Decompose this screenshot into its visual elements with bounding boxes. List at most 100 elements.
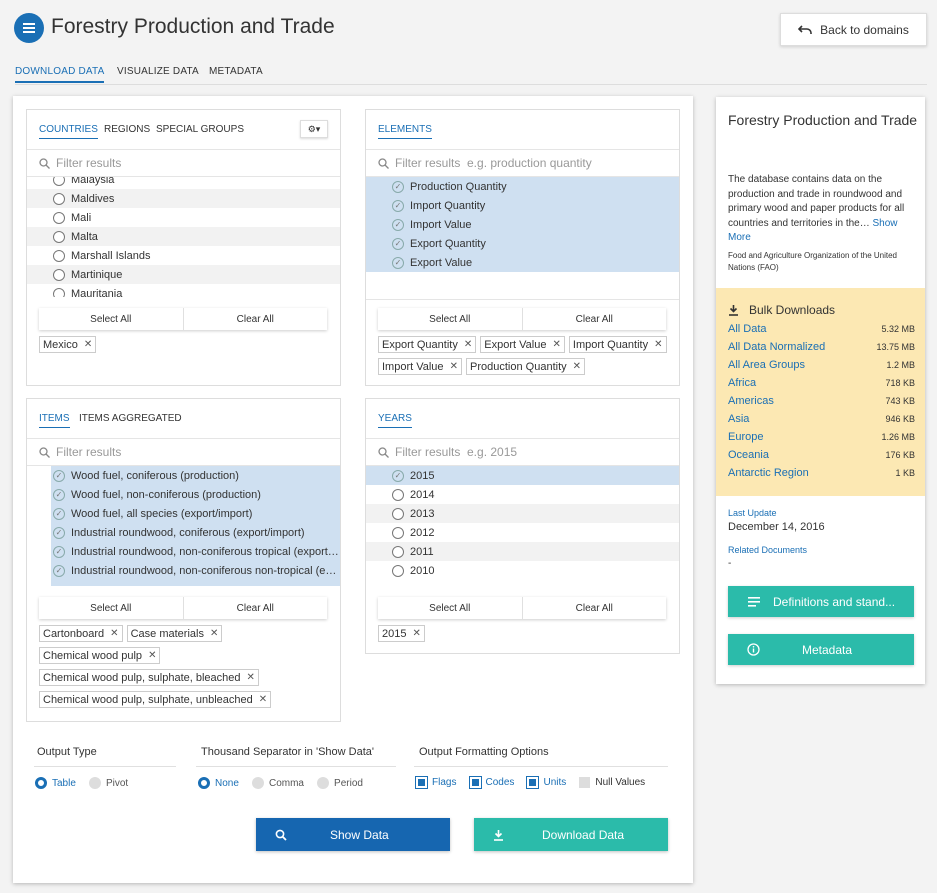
remove-icon[interactable]: ✕ (259, 694, 267, 705)
list-item[interactable]: 2010 (366, 561, 679, 580)
show-data-button[interactable]: Show Data (256, 818, 450, 851)
remove-icon[interactable]: ✕ (84, 339, 92, 350)
list-item[interactable]: 2011 (366, 542, 679, 561)
tab-elements[interactable]: ELEMENTS (378, 124, 432, 139)
tab-countries[interactable]: COUNTRIES (39, 124, 98, 139)
radio-button[interactable] (392, 507, 404, 520)
tab-items[interactable]: ITEMS (39, 413, 70, 428)
output-type-table[interactable]: Table (35, 777, 76, 789)
clear-all-button[interactable]: Clear All (521, 308, 667, 330)
radio-button[interactable] (392, 526, 404, 539)
radio-button[interactable] (392, 564, 404, 577)
list-item[interactable]: Malta (27, 227, 340, 246)
separator-comma[interactable]: Comma (251, 777, 304, 789)
bulk-link[interactable]: Asia (728, 413, 749, 425)
list-item[interactable]: ✓ Export Quantity (366, 234, 679, 253)
bulk-link[interactable]: Africa (728, 377, 756, 389)
remove-icon[interactable]: ✕ (110, 628, 118, 639)
bulk-row: All Data 5.32 MB (728, 320, 915, 338)
selected-chip: Export Value ✕ (480, 336, 565, 353)
tab-metadata[interactable]: METADATA (209, 66, 263, 77)
remove-icon[interactable]: ✕ (210, 628, 218, 639)
remove-icon[interactable]: ✕ (412, 628, 420, 639)
download-card: COUNTRIES REGIONS SPECIAL GROUPS ⚙▾ Mala… (13, 96, 693, 883)
list-item[interactable]: Mauritania (27, 284, 340, 297)
format-flags-checkbox[interactable]: Flags (415, 776, 456, 789)
select-all-button[interactable]: Select All (39, 308, 183, 330)
bulk-link[interactable]: Europe (728, 431, 763, 443)
list-item[interactable]: Martinique (27, 265, 340, 284)
elements-filter-input[interactable] (395, 156, 675, 170)
list-item[interactable]: ✓ Import Quantity (366, 196, 679, 215)
list-item[interactable]: ✓ Production Quantity (366, 177, 679, 196)
menu-button[interactable] (14, 13, 44, 43)
separator-period[interactable]: Period (317, 777, 363, 789)
list-item[interactable]: Maldives (27, 189, 340, 208)
remove-icon[interactable]: ✕ (654, 339, 662, 350)
tab-download-data[interactable]: DOWNLOAD DATA (15, 66, 105, 83)
list-item[interactable]: ✓ 2015 (366, 466, 679, 485)
list-item[interactable]: 2012 (366, 523, 679, 542)
format-units-checkbox[interactable]: Units (526, 776, 566, 789)
bulk-link[interactable]: All Area Groups (728, 359, 805, 371)
tab-items-aggregated[interactable]: ITEMS AGGREGATED (79, 413, 182, 424)
remove-icon[interactable]: ✕ (464, 339, 472, 350)
settings-dropdown[interactable]: ⚙ ▾ (300, 120, 328, 138)
list-item[interactable]: Marshall Islands (27, 246, 340, 265)
list-item[interactable]: 2014 (366, 485, 679, 504)
remove-icon[interactable]: ✕ (552, 339, 560, 350)
tab-years[interactable]: YEARS (378, 413, 412, 428)
list-item[interactable]: Mali (27, 208, 340, 227)
back-to-domains-button[interactable]: Back to domains (780, 13, 927, 46)
tab-special-groups[interactable]: SPECIAL GROUPS (156, 124, 244, 135)
bulk-link[interactable]: Americas (728, 395, 774, 407)
radio-button[interactable] (53, 177, 65, 186)
list-item[interactable]: ✓ Industrial roundwood, non-coniferous tr… (53, 542, 340, 561)
bulk-link[interactable]: All Data Normalized (728, 341, 825, 353)
list-item[interactable]: ✓ Industrial roundwood, non-coniferous no… (53, 561, 340, 580)
separator-none[interactable]: None (198, 777, 239, 789)
metadata-button[interactable]: Metadata (728, 634, 914, 665)
select-all-button[interactable]: Select All (378, 308, 522, 330)
list-item[interactable]: ✓ Wood fuel, all species (export/import) (53, 504, 340, 523)
bulk-link[interactable]: Antarctic Region (728, 467, 809, 479)
remove-icon[interactable]: ✕ (148, 650, 156, 661)
radio-button[interactable] (53, 268, 65, 281)
radio-button[interactable] (392, 488, 404, 501)
bulk-row: All Area Groups 1.2 MB (728, 356, 915, 374)
radio-button[interactable] (53, 249, 65, 262)
remove-icon[interactable]: ✕ (450, 361, 458, 372)
radio-button[interactable] (53, 287, 65, 297)
remove-icon[interactable]: ✕ (247, 672, 255, 683)
list-item[interactable]: ✓ Wood fuel, coniferous (production) (53, 466, 340, 485)
select-all-button[interactable]: Select All (378, 597, 522, 619)
list-item[interactable]: ✓ Export Value (366, 253, 679, 272)
countries-filter-input[interactable] (56, 156, 336, 170)
clear-all-button[interactable]: Clear All (521, 597, 667, 619)
list-item[interactable]: Malaysia (27, 177, 340, 189)
bulk-link[interactable]: All Data (728, 323, 767, 335)
tab-visualize-data[interactable]: VISUALIZE DATA (117, 66, 199, 77)
format-null-values-checkbox[interactable]: Null Values (579, 777, 645, 788)
radio-button[interactable] (53, 230, 65, 243)
years-filter-input[interactable] (395, 445, 675, 459)
radio-button[interactable] (53, 211, 65, 224)
definitions-button[interactable]: Definitions and stand... (728, 586, 914, 617)
tab-regions[interactable]: REGIONS (104, 124, 150, 135)
radio-button[interactable] (392, 545, 404, 558)
list-item[interactable]: 2013 (366, 504, 679, 523)
clear-all-button[interactable]: Clear All (182, 597, 328, 619)
output-type-pivot[interactable]: Pivot (88, 777, 128, 789)
check-icon: ✓ (392, 237, 404, 250)
remove-icon[interactable]: ✕ (573, 361, 581, 372)
download-data-button[interactable]: Download Data (474, 818, 668, 851)
radio-button[interactable] (53, 192, 65, 205)
bulk-link[interactable]: Oceania (728, 449, 769, 461)
items-filter-input[interactable] (56, 445, 336, 459)
list-item[interactable]: ✓ Industrial roundwood, coniferous (expor… (53, 523, 340, 542)
list-item[interactable]: ✓ Wood fuel, non-coniferous (production) (53, 485, 340, 504)
format-codes-checkbox[interactable]: Codes (468, 776, 514, 789)
list-item[interactable]: ✓ Import Value (366, 215, 679, 234)
clear-all-button[interactable]: Clear All (182, 308, 328, 330)
select-all-button[interactable]: Select All (39, 597, 183, 619)
